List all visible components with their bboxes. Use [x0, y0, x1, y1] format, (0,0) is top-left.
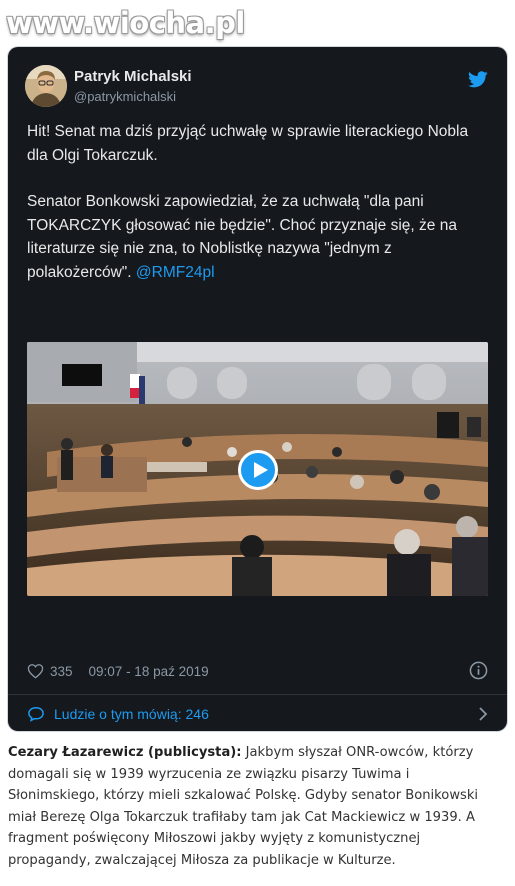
- tweet-timestamp[interactable]: 09:07 - 18 paź 2019: [89, 664, 209, 679]
- people-talking-label: Ludzie o tym mówią: 246: [54, 706, 209, 722]
- avatar[interactable]: [25, 65, 67, 107]
- people-talking-link[interactable]: Ludzie o tym mówią: 246: [27, 703, 488, 725]
- heart-icon[interactable]: [27, 663, 44, 679]
- author-handle[interactable]: @patrykmichalski: [74, 89, 176, 104]
- tweet-meta: 335 09:07 - 18 paź 2019: [27, 660, 209, 682]
- tweet-paragraph-text: Senator Bonkowski zapowiedział, że za uc…: [27, 193, 457, 281]
- mention-link[interactable]: @RMF24pl: [136, 264, 215, 281]
- twitter-bird-icon[interactable]: [468, 71, 488, 88]
- tweet-text: Hit! Senat ma dziś przyjąć uchwałę w spr…: [27, 120, 489, 307]
- divider: [8, 694, 507, 695]
- like-count: 335: [50, 663, 73, 679]
- commentary-paragraph: Cezary Łazarewicz (publicysta): Jakbym s…: [8, 742, 503, 871]
- chevron-right-icon: [479, 707, 488, 721]
- video-thumbnail[interactable]: [27, 342, 488, 596]
- embedded-tweet: Patryk Michalski @patrykmichalski Hit! S…: [8, 47, 507, 731]
- author-name[interactable]: Patryk Michalski: [74, 68, 192, 85]
- info-icon[interactable]: [469, 661, 488, 680]
- commentary-author: Cezary Łazarewicz (publicysta):: [8, 745, 242, 760]
- play-icon[interactable]: [238, 450, 278, 490]
- commentary-text: Jakbym słyszał ONR-owców, którzy domagal…: [8, 745, 479, 868]
- site-watermark: www.wiocha.pl: [6, 6, 245, 40]
- tweet-paragraph: Hit! Senat ma dziś przyjąć uchwałę w spr…: [27, 123, 469, 164]
- speech-bubble-icon: [28, 707, 44, 722]
- tweet-paragraph: Senator Bonkowski zapowiedział, że za uc…: [27, 190, 489, 284]
